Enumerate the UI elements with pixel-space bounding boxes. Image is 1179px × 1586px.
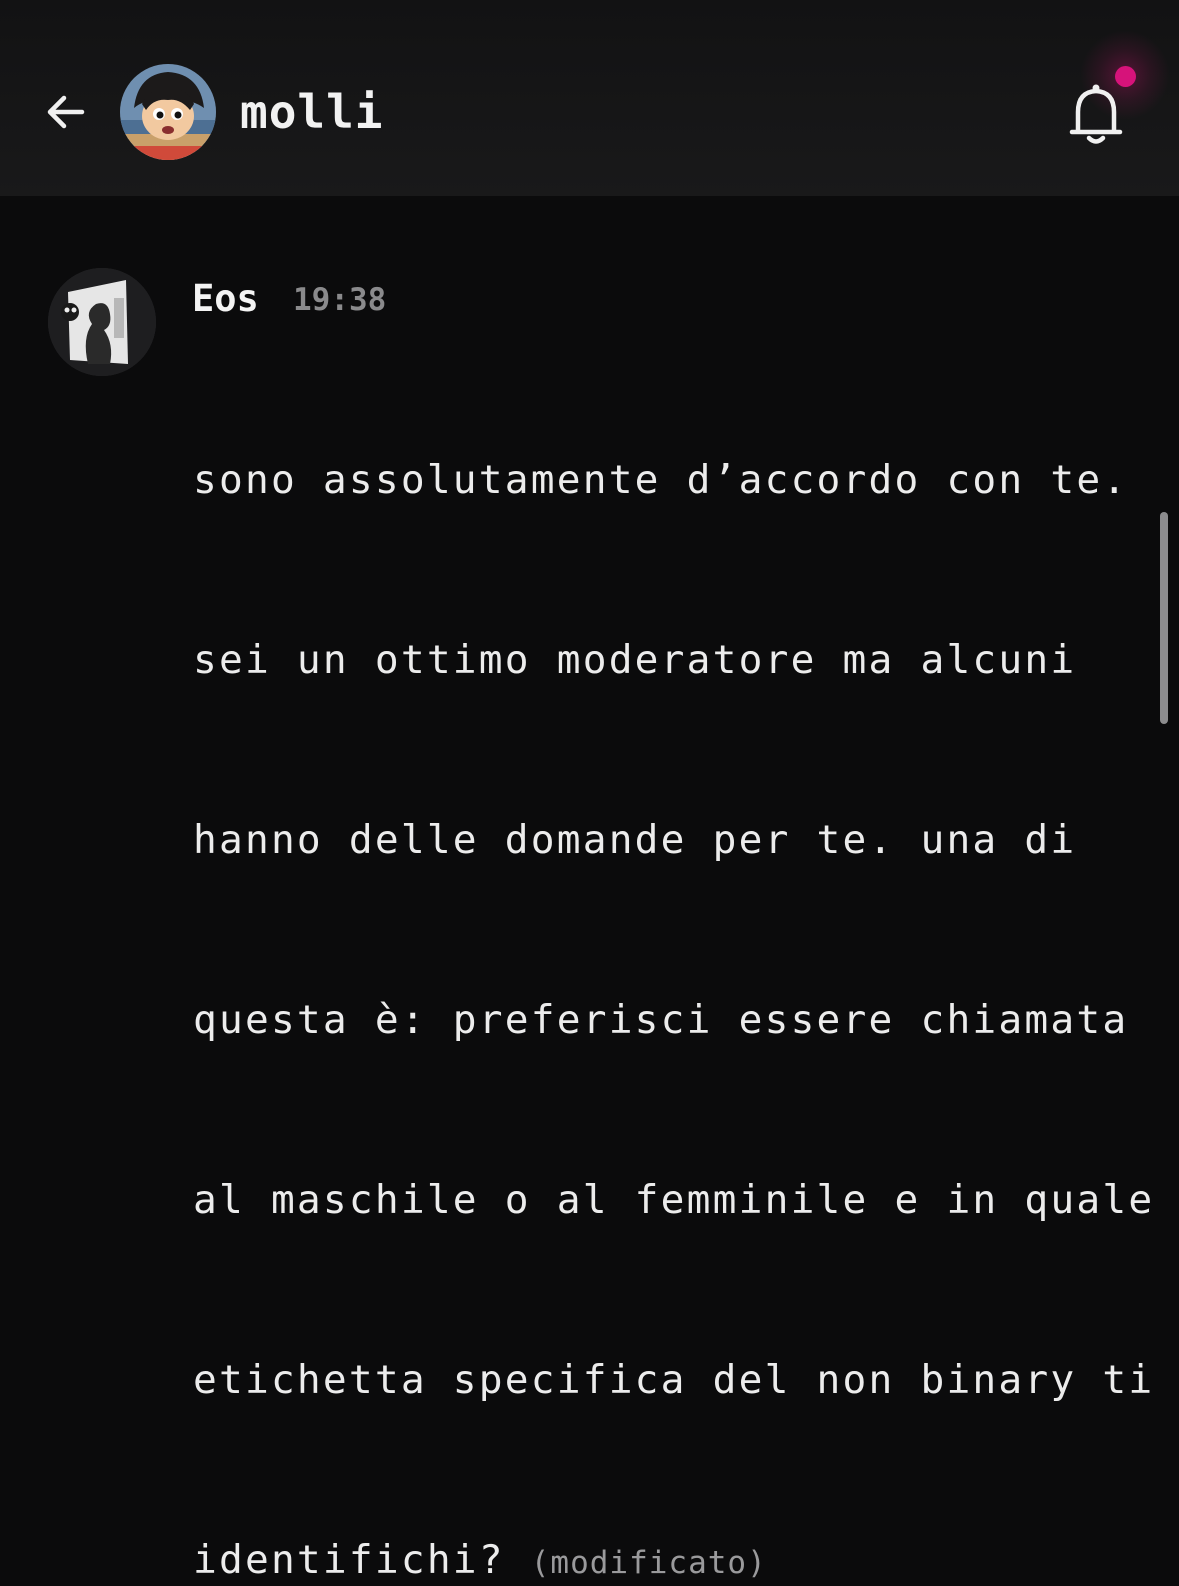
arrow-left-icon xyxy=(47,95,85,129)
message-line: sei un ottimo moderatore ma alcuni xyxy=(193,637,1077,683)
message-author[interactable]: Eos xyxy=(192,274,259,324)
notifications-button[interactable] xyxy=(1062,78,1132,150)
chat-avatar[interactable] xyxy=(120,64,216,160)
message-line-text: identifichi? xyxy=(193,1537,505,1583)
message-line: questa è: preferisci essere chiamata xyxy=(193,997,1129,1043)
edited-label: (modificato) xyxy=(530,1545,767,1581)
message-line: etichetta specifica del non binary ti xyxy=(193,1357,1155,1403)
message-line: hanno delle domande per te. una di xyxy=(193,817,1077,863)
message-text: sono assolutamente d’accordo con te. sei… xyxy=(193,330,1153,1586)
notification-dot xyxy=(1115,66,1136,87)
avatar-image xyxy=(120,64,216,160)
message-line: al maschile o al femminile e in quale xyxy=(193,1177,1155,1223)
chat-title: molli xyxy=(240,85,384,139)
avatar-image xyxy=(48,268,156,376)
message-line: sono assolutamente d’accordo con te. xyxy=(193,457,1129,503)
chat-header: molli xyxy=(0,0,1179,196)
message-avatar[interactable] xyxy=(48,268,156,376)
bell-icon xyxy=(1069,84,1123,144)
message-timestamp: 19:38 xyxy=(293,282,387,318)
back-button[interactable] xyxy=(36,82,96,142)
message-line-last: identifichi? (modificato) xyxy=(193,1530,1153,1586)
scrollbar[interactable] xyxy=(1160,512,1168,724)
